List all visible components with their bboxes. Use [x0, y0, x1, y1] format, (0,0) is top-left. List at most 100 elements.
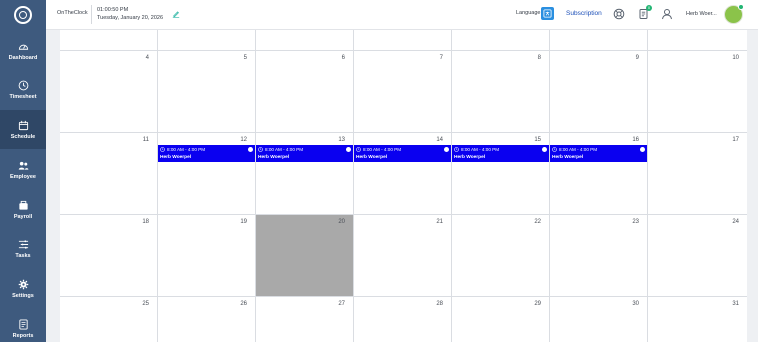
- clock-icon: [18, 80, 28, 90]
- day-number: 15: [534, 137, 541, 143]
- sidebar-item-label: Settings: [12, 292, 34, 299]
- day-cell[interactable]: [549, 50, 647, 132]
- shift-event[interactable]: 8:00 AM - 4:00 PM Herb Woerpel: [550, 145, 647, 162]
- user-name[interactable]: Herb Woer...: [686, 11, 717, 17]
- top-bar: OnTheClock 01:00:50 PM Tuesday, January …: [0, 0, 758, 30]
- day-cell[interactable]: [647, 214, 747, 296]
- app-root: OnTheClock 01:00:50 PM Tuesday, January …: [0, 0, 758, 342]
- event-employee: Herb Woerpel: [356, 155, 388, 160]
- calendar-icon: [18, 120, 28, 130]
- day-cell[interactable]: [647, 50, 747, 132]
- language-label: Language: [516, 10, 541, 16]
- event-employee: Herb Woerpel: [160, 155, 192, 160]
- scroll-gutter: [747, 30, 758, 342]
- day-number: 25: [142, 301, 149, 307]
- day-cell[interactable]: [451, 50, 549, 132]
- day-number: 7: [439, 55, 443, 61]
- day-number: 16: [632, 137, 639, 143]
- sidebar-item-payroll[interactable]: Payroll: [0, 190, 46, 229]
- shift-event[interactable]: 8:00 AM - 4:00 PM Herb Woerpel: [158, 145, 255, 162]
- notification-badge: 0: [646, 5, 652, 11]
- day-number: 31: [732, 301, 739, 307]
- month-calendar: 4 5 6 7 8 9 10 11 12 13 14 15 16 17 18 19 20 21 22 23 24 25 26…: [60, 30, 747, 342]
- header-divider: [91, 5, 92, 24]
- logo-icon: [14, 6, 32, 24]
- sidebar-item-label: Employee: [10, 173, 36, 180]
- day-cell[interactable]: [60, 132, 157, 214]
- current-date: Tuesday, January 20, 2026: [97, 15, 164, 21]
- language-button[interactable]: [541, 7, 554, 20]
- day-cell[interactable]: [353, 214, 451, 296]
- gauge-icon: [18, 44, 28, 50]
- day-cell[interactable]: [60, 214, 157, 296]
- day-number: 13: [338, 137, 345, 143]
- event-time: 8:00 AM - 4:00 PM: [461, 147, 500, 152]
- edit-time-icon[interactable]: [172, 10, 180, 18]
- day-number: 8: [537, 55, 541, 61]
- sidebar: Dashboard Timesheet Schedule Employee Pa…: [0, 30, 46, 342]
- event-employee: Herb Woerpel: [258, 155, 290, 160]
- subscription-link[interactable]: Subscription: [566, 10, 602, 17]
- remove-event-icon[interactable]: [444, 147, 449, 152]
- remove-event-icon[interactable]: [640, 147, 645, 152]
- event-time: 8:00 AM - 4:00 PM: [363, 147, 402, 152]
- sidebar-item-reports[interactable]: Reports: [0, 309, 46, 342]
- day-number: 26: [240, 301, 247, 307]
- day-cell[interactable]: [255, 50, 353, 132]
- event-time: 8:00 AM - 4:00 PM: [167, 147, 206, 152]
- day-number: 10: [732, 55, 739, 61]
- remove-event-icon[interactable]: [346, 147, 351, 152]
- day-number: 18: [142, 219, 149, 225]
- shift-event[interactable]: 8:00 AM - 4:00 PM Herb Woerpel: [452, 145, 549, 162]
- day-cell[interactable]: [60, 50, 157, 132]
- day-cell[interactable]: [255, 214, 353, 296]
- event-time: 8:00 AM - 4:00 PM: [559, 147, 598, 152]
- day-number: 22: [534, 219, 541, 225]
- sidebar-item-dashboard[interactable]: Dashboard: [0, 31, 46, 70]
- clock-icon: [552, 147, 557, 152]
- wallet-icon: [18, 200, 28, 210]
- day-number: 12: [240, 137, 247, 143]
- clock-icon: [356, 147, 361, 152]
- clock-icon: [160, 147, 165, 152]
- day-cell[interactable]: [549, 214, 647, 296]
- profile-icon[interactable]: [661, 8, 673, 20]
- app-logo[interactable]: [0, 0, 46, 30]
- day-cell[interactable]: [353, 50, 451, 132]
- sidebar-item-schedule[interactable]: Schedule: [0, 110, 46, 149]
- tasks-icon: [18, 239, 28, 249]
- day-cell[interactable]: [157, 50, 255, 132]
- day-number: 6: [341, 55, 345, 61]
- brand-name: OnTheClock: [57, 10, 88, 16]
- day-cell[interactable]: [157, 214, 255, 296]
- sidebar-item-employee[interactable]: Employee: [0, 150, 46, 189]
- sidebar-item-settings[interactable]: Settings: [0, 269, 46, 308]
- day-number: 9: [635, 55, 639, 61]
- day-number: 27: [338, 301, 345, 307]
- remove-event-icon[interactable]: [542, 147, 547, 152]
- event-time: 8:00 AM - 4:00 PM: [265, 147, 304, 152]
- sidebar-item-label: Schedule: [10, 133, 36, 140]
- sidebar-item-label: Payroll: [13, 213, 33, 220]
- sidebar-item-label: Dashboard: [8, 54, 38, 61]
- clock-icon: [454, 147, 459, 152]
- day-cell[interactable]: [451, 214, 549, 296]
- day-number: 28: [436, 301, 443, 307]
- grid-line: [60, 296, 747, 297]
- gear-icon: [18, 279, 28, 289]
- day-number: 29: [534, 301, 541, 307]
- sidebar-item-timesheet[interactable]: Timesheet: [0, 70, 46, 109]
- sidebar-item-label: Tasks: [15, 252, 31, 259]
- day-cell[interactable]: [647, 132, 747, 214]
- current-time: 01:00:50 PM: [97, 7, 129, 13]
- day-number: 19: [240, 219, 247, 225]
- clock-icon: [258, 147, 263, 152]
- day-number: 4: [145, 55, 149, 61]
- day-number: 11: [142, 137, 149, 143]
- shift-event[interactable]: 8:00 AM - 4:00 PM Herb Woerpel: [256, 145, 353, 162]
- day-number: 5: [243, 55, 247, 61]
- remove-event-icon[interactable]: [248, 147, 253, 152]
- support-icon[interactable]: [613, 8, 625, 20]
- shift-event[interactable]: 8:00 AM - 4:00 PM Herb Woerpel: [354, 145, 451, 162]
- sidebar-item-tasks[interactable]: Tasks: [0, 229, 46, 268]
